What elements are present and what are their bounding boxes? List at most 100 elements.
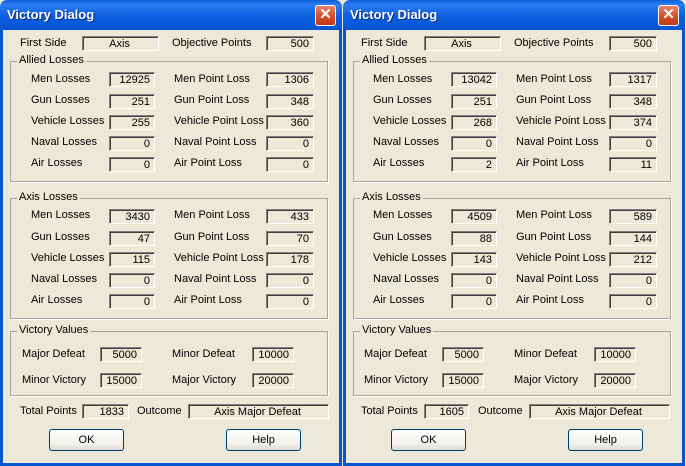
men-losses-label: Men Losses xyxy=(31,209,91,221)
axis-naval-point-loss: 0 xyxy=(609,273,657,288)
dialog-title: Victory Dialog xyxy=(7,7,95,22)
gun-point-loss-label: Gun Point Loss xyxy=(516,231,592,243)
close-icon[interactable]: ✕ xyxy=(658,5,679,26)
allied-naval-losses: 0 xyxy=(451,136,497,151)
axis-air-point-loss: 0 xyxy=(609,294,657,309)
vehicle-point-loss-label: Vehicle Point Loss xyxy=(174,115,264,127)
help-button[interactable]: Help xyxy=(226,429,301,451)
allied-air-point-loss: 0 xyxy=(266,157,314,172)
ok-button[interactable]: OK xyxy=(49,429,124,451)
axis-vehicle-losses: 143 xyxy=(451,252,497,267)
gun-point-loss-label: Gun Point Loss xyxy=(174,231,250,243)
objective-points-label: Objective Points xyxy=(514,37,594,49)
allied-vehicle-point-loss: 360 xyxy=(266,115,314,130)
axis-air-losses: 0 xyxy=(451,294,497,309)
axis-naval-losses: 0 xyxy=(451,273,497,288)
close-icon[interactable]: ✕ xyxy=(315,5,336,26)
allied-men-losses: 13042 xyxy=(451,72,497,87)
minor-defeat-label: Minor Defeat xyxy=(514,348,577,360)
naval-point-loss-label: Naval Point Loss xyxy=(516,136,599,148)
victory-values-title: Victory Values xyxy=(360,324,434,336)
major-victory-field: 20000 xyxy=(252,373,294,388)
first-side-label: First Side xyxy=(361,37,408,49)
axis-men-point-loss: 589 xyxy=(609,209,657,224)
allied-gun-losses: 251 xyxy=(451,94,497,109)
first-side-field: Axis xyxy=(82,36,159,51)
axis-vehicle-point-loss: 178 xyxy=(266,252,314,267)
title-bar[interactable]: Victory Dialog ✕ xyxy=(343,0,685,30)
naval-point-loss-label: Naval Point Loss xyxy=(516,273,599,285)
dialog-title: Victory Dialog xyxy=(350,7,438,22)
axis-vehicle-losses: 115 xyxy=(109,252,155,267)
outcome-field: Axis Major Defeat xyxy=(188,404,329,419)
minor-victory-field: 15000 xyxy=(100,373,142,388)
air-point-loss-label: Air Point Loss xyxy=(516,157,584,169)
title-bar[interactable]: Victory Dialog ✕ xyxy=(0,0,342,30)
allied-air-point-loss: 11 xyxy=(609,157,657,172)
axis-gun-point-loss: 70 xyxy=(266,231,314,246)
air-losses-label: Air Losses xyxy=(373,157,425,169)
vehicle-losses-label: Vehicle Losses xyxy=(31,252,105,264)
ok-button[interactable]: OK xyxy=(391,429,466,451)
major-defeat-field: 5000 xyxy=(100,347,142,362)
men-point-loss-label: Men Point Loss xyxy=(174,209,250,221)
axis-air-losses: 0 xyxy=(109,294,155,309)
naval-point-loss-label: Naval Point Loss xyxy=(174,273,257,285)
allied-air-losses: 2 xyxy=(451,157,497,172)
axis-vehicle-point-loss: 212 xyxy=(609,252,657,267)
major-defeat-label: Major Defeat xyxy=(364,348,427,360)
first-side-field: Axis xyxy=(424,36,501,51)
axis-losses-title: Axis Losses xyxy=(17,191,80,203)
allied-vehicle-losses: 268 xyxy=(451,115,497,130)
allied-vehicle-point-loss: 374 xyxy=(609,115,657,130)
minor-victory-label: Minor Victory xyxy=(22,374,86,386)
allied-naval-losses: 0 xyxy=(109,136,155,151)
minor-defeat-field: 10000 xyxy=(594,347,636,362)
axis-naval-losses: 0 xyxy=(109,273,155,288)
vehicle-point-loss-label: Vehicle Point Loss xyxy=(174,252,264,264)
objective-points-field: 500 xyxy=(266,36,314,51)
minor-victory-label: Minor Victory xyxy=(364,374,428,386)
air-losses-label: Air Losses xyxy=(31,294,83,306)
outcome-field: Axis Major Defeat xyxy=(529,404,670,419)
allied-men-point-loss: 1317 xyxy=(609,72,657,87)
axis-naval-point-loss: 0 xyxy=(266,273,314,288)
total-points-field: 1833 xyxy=(82,404,129,419)
air-losses-label: Air Losses xyxy=(31,157,83,169)
outcome-label: Outcome xyxy=(137,405,182,417)
outcome-label: Outcome xyxy=(478,405,523,417)
men-losses-label: Men Losses xyxy=(373,209,433,221)
vehicle-losses-label: Vehicle Losses xyxy=(373,252,447,264)
minor-defeat-field: 10000 xyxy=(252,347,294,362)
total-points-label: Total Points xyxy=(361,405,418,417)
allied-gun-losses: 251 xyxy=(109,94,155,109)
objective-points-field: 500 xyxy=(609,36,657,51)
air-point-loss-label: Air Point Loss xyxy=(174,294,242,306)
allied-men-point-loss: 1306 xyxy=(266,72,314,87)
naval-losses-label: Naval Losses xyxy=(373,273,440,285)
objective-points-label: Objective Points xyxy=(172,37,252,49)
victory-dialog-1: Victory Dialog ✕ First Side Axis Objecti… xyxy=(0,0,342,466)
axis-gun-losses: 47 xyxy=(109,231,155,246)
minor-defeat-label: Minor Defeat xyxy=(172,348,235,360)
allied-air-losses: 0 xyxy=(109,157,155,172)
allied-men-losses: 12925 xyxy=(109,72,155,87)
men-losses-label: Men Losses xyxy=(373,73,433,85)
naval-losses-label: Naval Losses xyxy=(373,136,440,148)
major-victory-label: Major Victory xyxy=(514,374,578,386)
allied-vehicle-losses: 255 xyxy=(109,115,155,130)
gun-losses-label: Gun Losses xyxy=(373,231,432,243)
axis-men-losses: 4509 xyxy=(451,209,497,224)
men-point-loss-label: Men Point Loss xyxy=(516,209,592,221)
allied-naval-point-loss: 0 xyxy=(266,136,314,151)
men-losses-label: Men Losses xyxy=(31,73,91,85)
men-point-loss-label: Men Point Loss xyxy=(516,73,592,85)
vehicle-point-loss-label: Vehicle Point Loss xyxy=(516,252,606,264)
air-point-loss-label: Air Point Loss xyxy=(516,294,584,306)
vehicle-point-loss-label: Vehicle Point Loss xyxy=(516,115,606,127)
gun-losses-label: Gun Losses xyxy=(31,231,90,243)
help-button[interactable]: Help xyxy=(568,429,643,451)
men-point-loss-label: Men Point Loss xyxy=(174,73,250,85)
allied-losses-title: Allied Losses xyxy=(17,54,86,66)
naval-point-loss-label: Naval Point Loss xyxy=(174,136,257,148)
